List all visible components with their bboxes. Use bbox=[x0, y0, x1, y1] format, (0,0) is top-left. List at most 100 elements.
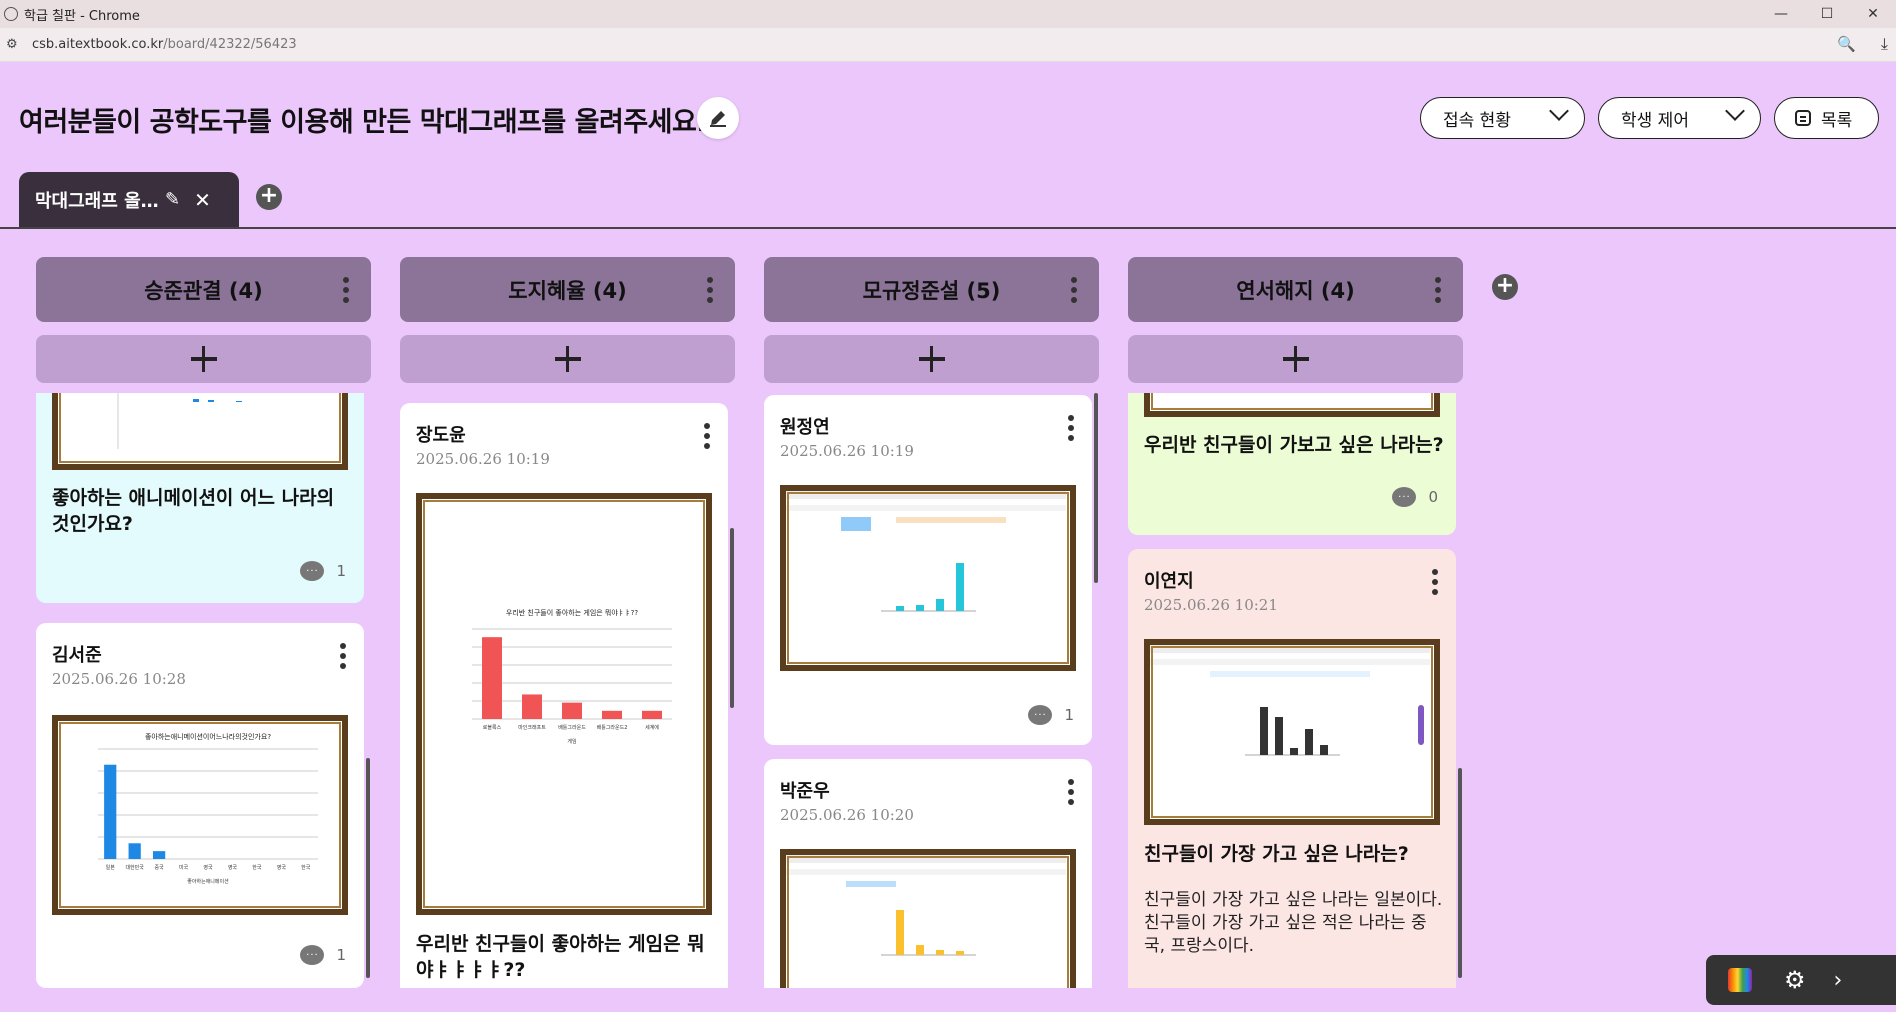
student-control-dropdown[interactable]: 학생 제어 bbox=[1598, 97, 1761, 139]
comment-icon: ··· bbox=[300, 945, 325, 965]
column-title: 모규정준설 (5) bbox=[862, 278, 1001, 303]
post-menu-icon[interactable] bbox=[704, 423, 710, 453]
zoom-icon[interactable]: 🔍 bbox=[1837, 35, 1856, 53]
gear-icon[interactable]: ⚙ bbox=[1784, 966, 1806, 994]
url-text[interactable]: csb.aitextbook.co.kr/board/42322/56423 bbox=[32, 37, 297, 52]
chart-anime: 좋아하는애니메이션이어느나라의것인가요? 일본 대한민국 중국 미국 영국 영국 한국 영국 한국… bbox=[98, 732, 318, 885]
column-4-cards: 우리반 친구들이 가보고 싶은 나라는? ··· 0 이연지 2025.06.26… bbox=[1128, 393, 1463, 988]
tick-label: 세계에 bbox=[645, 724, 659, 731]
bar bbox=[128, 843, 141, 859]
x-axis-label: 게임 bbox=[567, 738, 576, 745]
column-menu-icon[interactable] bbox=[343, 277, 349, 307]
post-menu-icon[interactable] bbox=[1068, 779, 1074, 809]
bar bbox=[602, 710, 622, 719]
comment-number: 1 bbox=[336, 562, 346, 580]
close-tab-icon[interactable]: ✕ bbox=[194, 188, 211, 212]
tick-label: 영국 bbox=[277, 864, 287, 871]
comment-count[interactable]: ··· 1 bbox=[300, 561, 346, 581]
post-image bbox=[780, 849, 1076, 988]
bar bbox=[642, 710, 662, 719]
add-post-button[interactable] bbox=[36, 335, 371, 383]
download-icon[interactable]: ⤓ bbox=[1881, 34, 1888, 54]
comment-count[interactable]: ··· 1 bbox=[300, 945, 346, 965]
post-body: 친구들이 가장 가고 싶은 나라는 일본이다. 친구들이 가장 가고 싶은 적은… bbox=[1144, 890, 1443, 956]
bar bbox=[104, 764, 117, 859]
comment-count[interactable]: ··· 1 bbox=[1028, 705, 1074, 725]
post-card[interactable]: 좋아하는 애니메이션이 어느 나라의 것인가요? ··· 1 bbox=[36, 393, 364, 603]
post-title: 우리반 친구들이 좋아하는 게임은 뭐야ㅑㅑㅑㅑ?? bbox=[416, 933, 705, 981]
column-header[interactable]: 승준관결 (4) bbox=[36, 257, 371, 322]
column-3-cards: 원정연 2025.06.26 10:19 ··· 1 박준우 2025.06.26… bbox=[764, 393, 1099, 988]
post-image bbox=[52, 393, 348, 470]
add-column-button[interactable]: + bbox=[1492, 274, 1518, 300]
browser-titlebar: 학급 칠판 - Chrome — ☐ ✕ bbox=[0, 0, 1896, 28]
add-post-button[interactable] bbox=[1128, 335, 1463, 383]
chart-title: 우리반 친구들이 좋아하는 게임은 뭐야ㅑㅑ?? bbox=[506, 608, 639, 617]
comment-number: 1 bbox=[336, 946, 346, 964]
bar bbox=[562, 702, 582, 719]
post-menu-icon[interactable] bbox=[1432, 569, 1438, 599]
post-image bbox=[1144, 639, 1440, 825]
post-card[interactable]: 이연지 2025.06.26 10:21 친구들이 가장 가고 싶은 나라는? … bbox=[1128, 549, 1456, 988]
minimize-button[interactable]: — bbox=[1758, 0, 1804, 28]
chart-game: 우리반 친구들이 좋아하는 게임은 뭐야ㅑㅑ?? 로블록스 마인크래프트 배틀그라운드… bbox=[472, 608, 672, 745]
color-palette-icon[interactable] bbox=[1728, 968, 1752, 992]
url-host: csb.aitextbook.co.kr bbox=[32, 37, 164, 52]
edit-icon bbox=[710, 111, 726, 127]
add-tab-button[interactable]: + bbox=[256, 184, 282, 210]
site-info-icon[interactable]: ⚙ bbox=[6, 37, 22, 52]
post-card[interactable]: 원정연 2025.06.26 10:19 ··· 1 bbox=[764, 395, 1092, 745]
bar bbox=[482, 637, 502, 719]
post-author: 김서준 bbox=[52, 645, 102, 666]
post-menu-icon[interactable] bbox=[340, 643, 346, 673]
tab-active[interactable]: 막대그래프 올… ✎ ✕ bbox=[19, 172, 239, 227]
tick-label: 대한민국 bbox=[125, 864, 144, 871]
column-1-cards: 좋아하는 애니메이션이 어느 나라의 것인가요? ··· 1 김서준 2025.0… bbox=[36, 393, 371, 988]
comment-number: 0 bbox=[1428, 488, 1438, 506]
screenshot-thumbnail bbox=[786, 491, 1066, 612]
maximize-button[interactable]: ☐ bbox=[1804, 0, 1850, 28]
column-header[interactable]: 모규정준설 (5) bbox=[764, 257, 1099, 322]
post-title: 우리반 친구들이 가보고 싶은 나라는? bbox=[1144, 434, 1444, 456]
column-title: 승준관결 (4) bbox=[144, 278, 263, 303]
post-image bbox=[1144, 393, 1440, 417]
post-card[interactable]: 우리반 친구들이 가보고 싶은 나라는? ··· 0 bbox=[1128, 393, 1456, 535]
tab-label: 막대그래프 올… bbox=[35, 190, 159, 212]
comment-count[interactable]: ··· 0 bbox=[1392, 487, 1438, 507]
column-scrollbar[interactable] bbox=[1458, 768, 1462, 978]
column-scrollbar[interactable] bbox=[366, 758, 370, 978]
pencil-icon[interactable]: ✎ bbox=[165, 189, 180, 210]
tick-label: 배틀그라운드 bbox=[558, 724, 586, 731]
post-menu-icon[interactable] bbox=[1068, 415, 1074, 445]
column-menu-icon[interactable] bbox=[1071, 277, 1077, 307]
close-window-button[interactable]: ✕ bbox=[1850, 0, 1896, 28]
column-title: 연서해지 (4) bbox=[1236, 278, 1355, 303]
chevron-right-icon[interactable]: › bbox=[1834, 968, 1843, 993]
tick-label: 영국 bbox=[228, 864, 238, 871]
post-author: 이연지 bbox=[1144, 571, 1194, 592]
column-menu-icon[interactable] bbox=[707, 277, 713, 307]
add-post-button[interactable] bbox=[764, 335, 1099, 383]
list-label: 목록 bbox=[1821, 110, 1853, 131]
column-menu-icon[interactable] bbox=[1435, 277, 1441, 307]
tick-label: 중국 bbox=[155, 865, 165, 871]
list-button[interactable]: 목록 bbox=[1774, 97, 1879, 139]
list-icon bbox=[1795, 110, 1811, 126]
column-scrollbar[interactable] bbox=[1094, 393, 1098, 583]
edit-title-button[interactable] bbox=[697, 97, 739, 139]
post-card[interactable]: 장도윤 2025.06.26 10:19 우리반 친구들이 좋아하는 게임은 뭐… bbox=[400, 403, 728, 988]
tick-label: 한국 bbox=[301, 865, 311, 871]
address-bar[interactable]: ⚙ csb.aitextbook.co.kr/board/42322/56423… bbox=[0, 28, 1896, 62]
screenshot-thumbnail bbox=[786, 855, 1066, 956]
screenshot-thumbnail bbox=[1150, 645, 1430, 756]
post-card[interactable]: 김서준 2025.06.26 10:28 좋아하는애니메이션이어느나라의것인가요… bbox=[36, 623, 364, 988]
column-scrollbar[interactable] bbox=[730, 528, 734, 708]
post-card[interactable]: 박준우 2025.06.26 10:20 bbox=[764, 759, 1092, 988]
post-time: 2025.06.26 10:19 bbox=[780, 442, 914, 460]
add-post-button[interactable] bbox=[400, 335, 735, 383]
post-image bbox=[780, 485, 1076, 671]
access-status-dropdown[interactable]: 접속 현황 bbox=[1420, 97, 1585, 139]
column-header[interactable]: 연서해지 (4) bbox=[1128, 257, 1463, 322]
column-header[interactable]: 도지혜율 (4) bbox=[400, 257, 735, 322]
tick-label: 일본 bbox=[106, 864, 116, 871]
